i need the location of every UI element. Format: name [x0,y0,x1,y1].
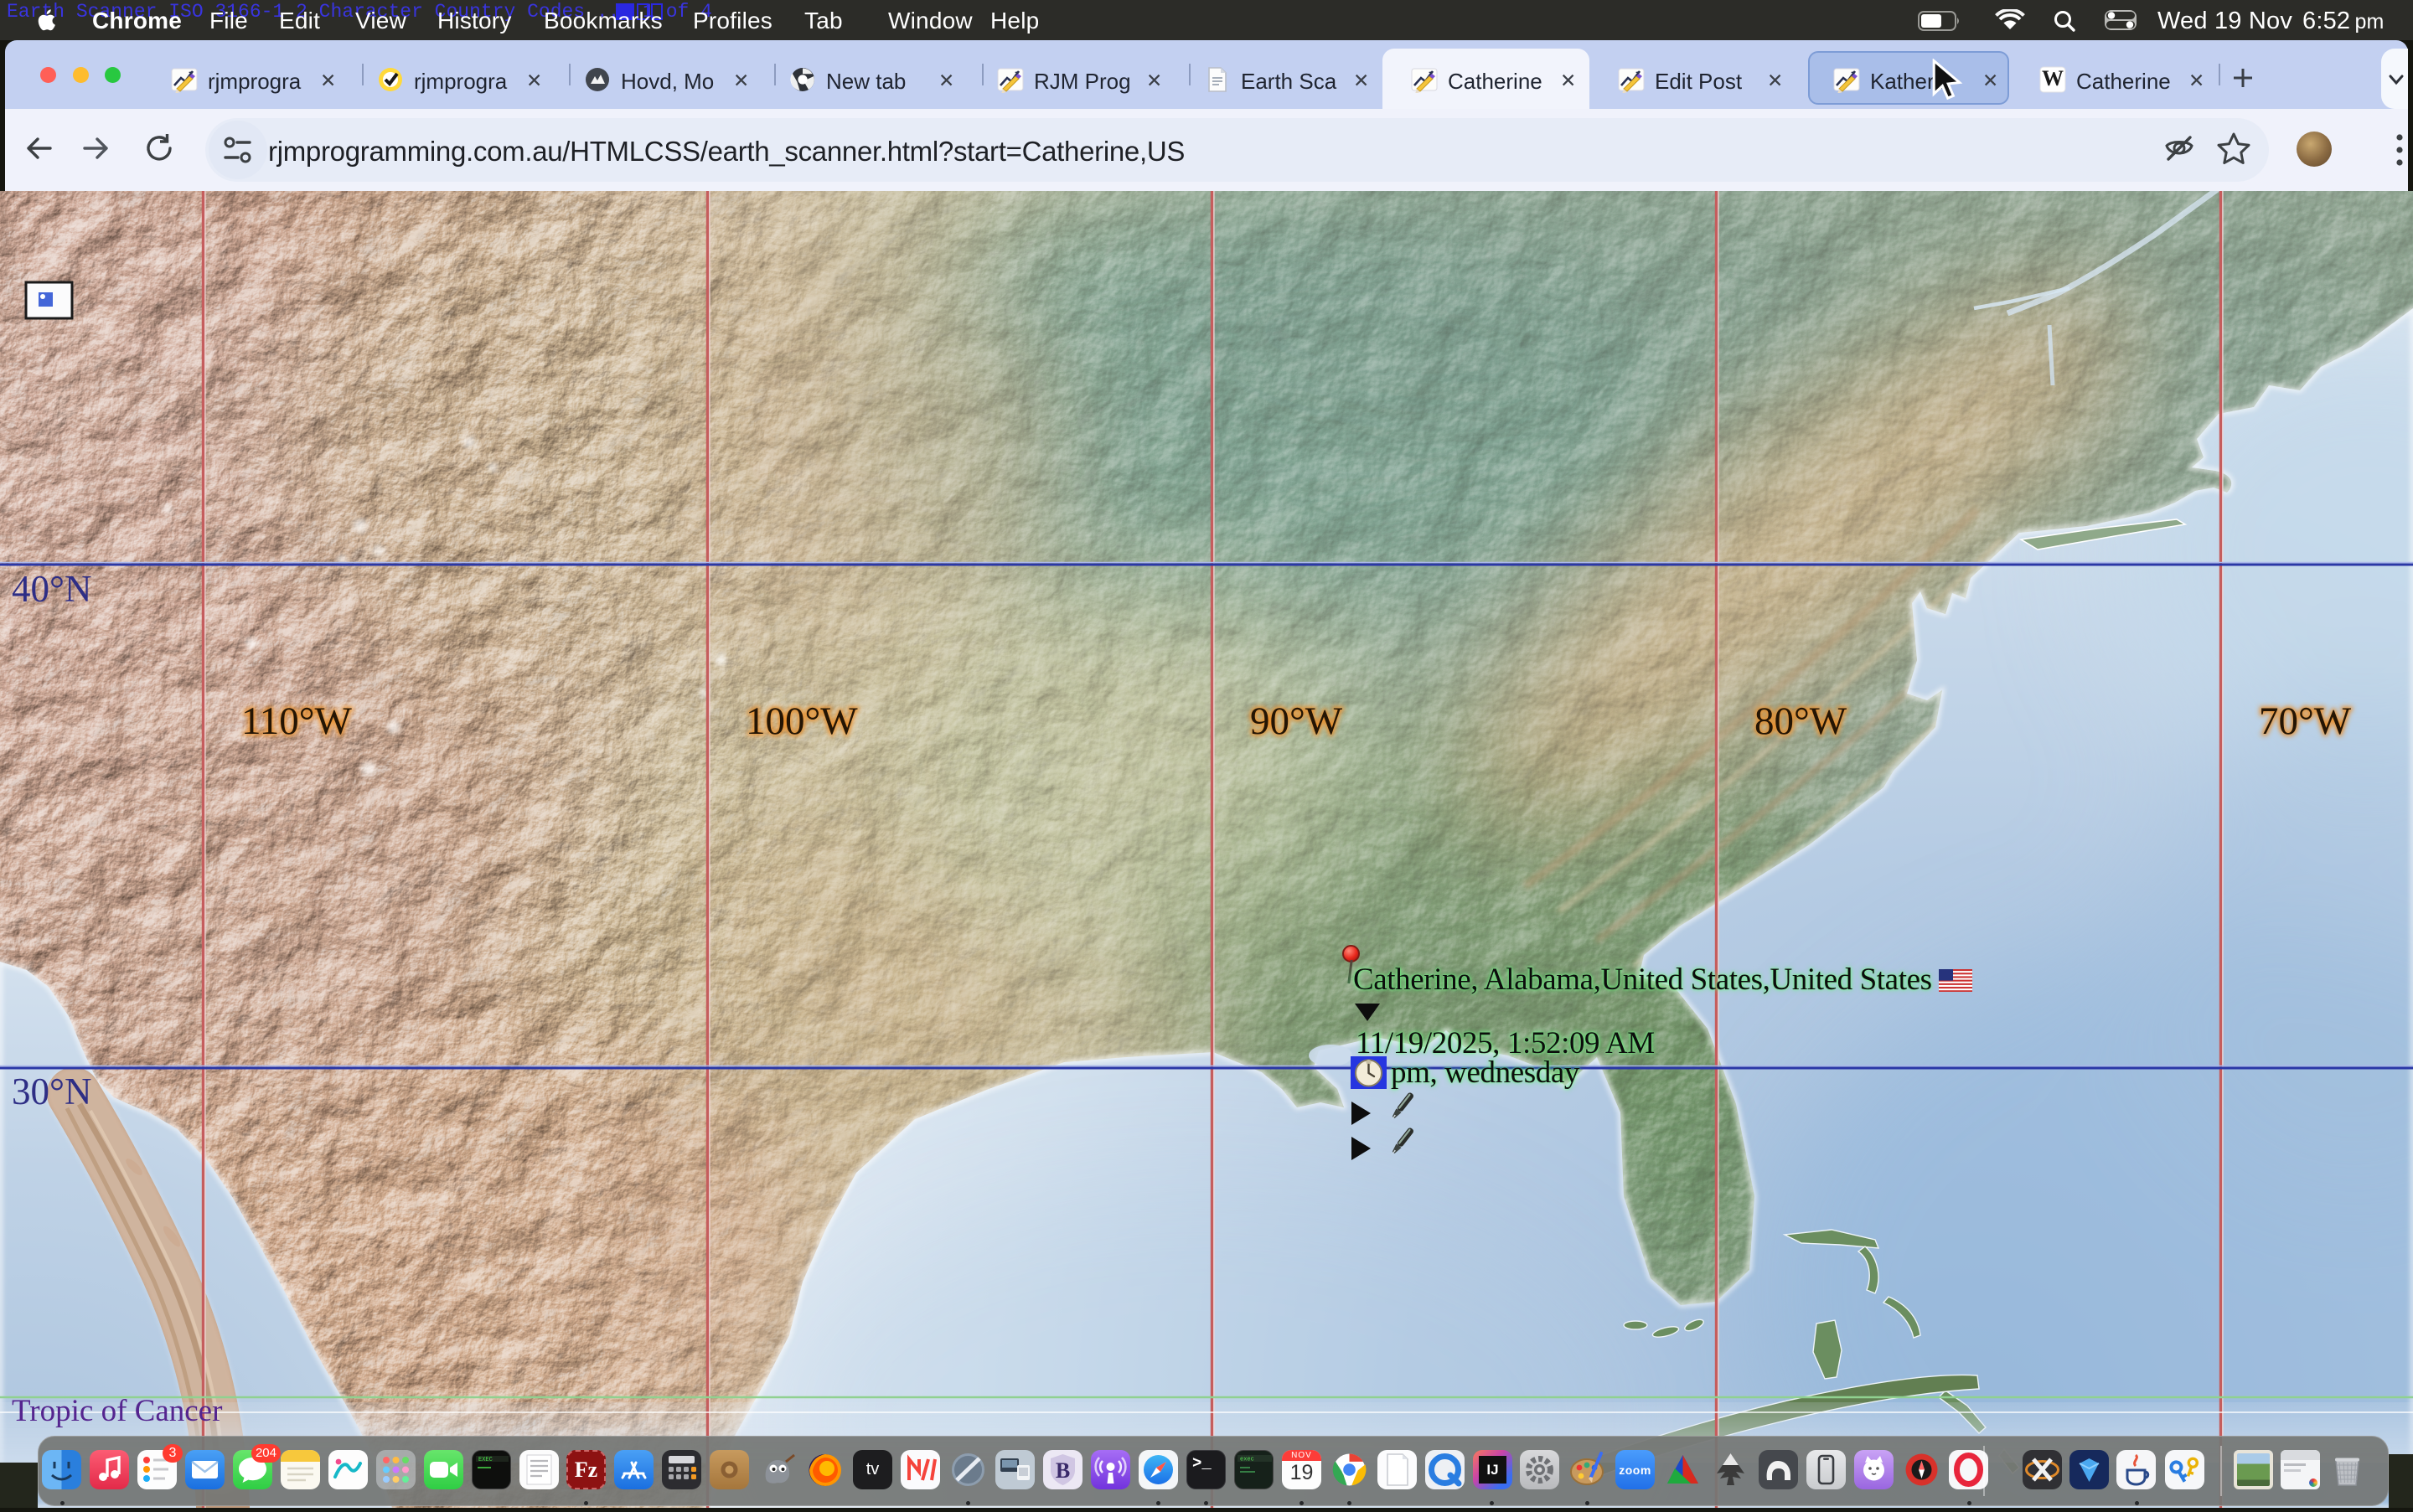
svg-text:30°N: 30°N [12,1071,92,1112]
svg-text:100°W: 100°W [746,699,858,743]
svg-text:70°W: 70°W [2259,699,2352,743]
svg-text:40°N: 40°N [12,568,92,610]
svg-text:B: B [1056,1458,1070,1483]
svg-text:Tropic of Cancer: Tropic of Cancer [12,1394,222,1428]
svg-text:W: W [2042,66,2064,90]
svg-text:110°W: 110°W [241,699,353,743]
svg-text:exec: exec [1240,1457,1254,1463]
svg-text:90°W: 90°W [1250,699,1343,743]
svg-text:EXEC: EXEC [478,1457,493,1463]
svg-text:80°W: 80°W [1754,699,1847,743]
